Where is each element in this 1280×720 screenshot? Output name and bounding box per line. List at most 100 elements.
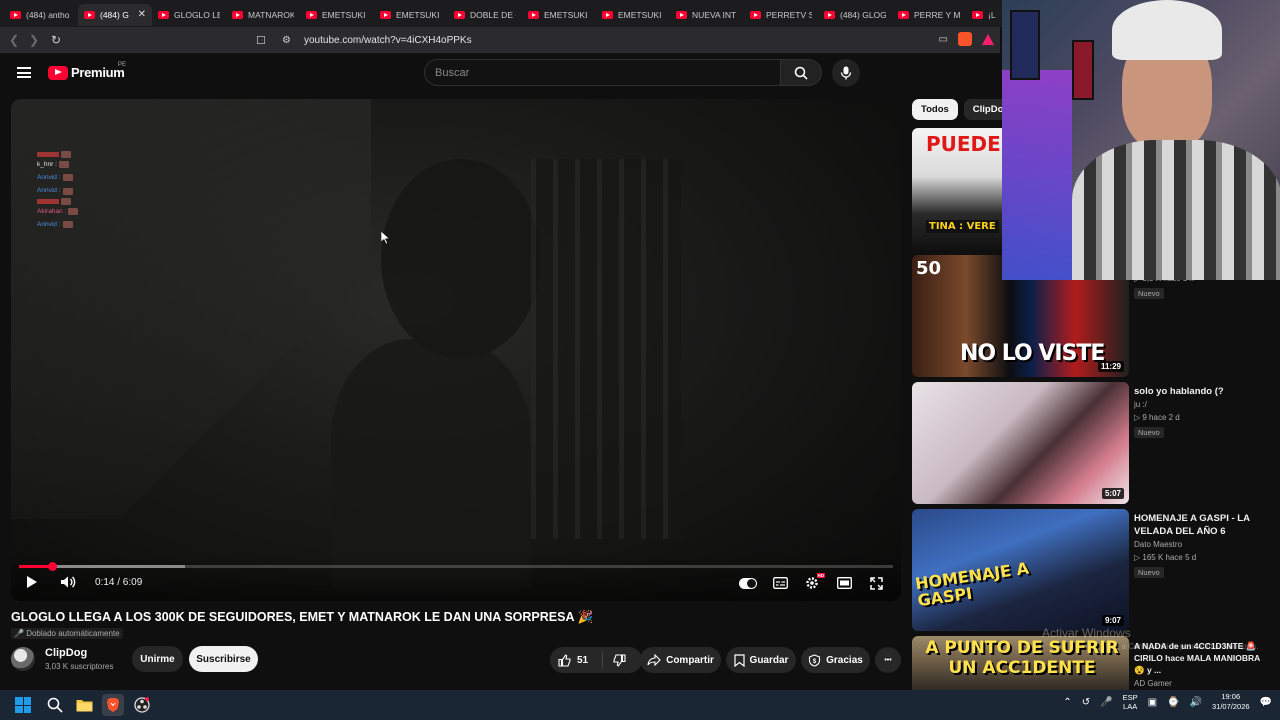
browser-tab[interactable]: GLOGLO LE xyxy=(152,4,226,26)
frame-fence xyxy=(531,159,681,539)
search-button[interactable] xyxy=(781,59,822,86)
save-button[interactable]: Guardar xyxy=(726,647,796,673)
address-bar[interactable]: ☐ ⚙ youtube.com/watch?v=4iCXH4oPPKs xyxy=(256,30,996,50)
volume-icon xyxy=(61,576,76,588)
thanks-button[interactable]: $ Gracias xyxy=(801,647,870,673)
file-explorer-button[interactable] xyxy=(73,694,95,716)
voice-search-button[interactable] xyxy=(832,59,860,87)
frame-tree xyxy=(381,159,541,359)
recommendation-card[interactable]: HOMENAJE A GASPI 9:07 HOMENAJE A GASPI - L… xyxy=(912,509,1272,631)
recommendation-card[interactable]: 5:07 solo yo hablando (? ju :/ ▷ 9 hace 2 d… xyxy=(912,382,1272,504)
subtitles-button[interactable] xyxy=(771,574,789,592)
tray-overflow-icon[interactable]: ⌃ xyxy=(1063,697,1071,708)
browser-tab[interactable]: EMETSUKI C xyxy=(300,4,374,26)
tab-title: ¡L xyxy=(988,9,996,20)
brave-rewards-icon[interactable] xyxy=(982,33,994,45)
tab-title: MATNAROK xyxy=(248,9,294,20)
progress-bar[interactable] xyxy=(19,562,893,571)
language-indicator[interactable]: ESP LAA xyxy=(1123,693,1138,711)
youtube-premium-logo[interactable]: Premium PE xyxy=(48,62,126,80)
dislike-icon[interactable] xyxy=(613,653,626,667)
more-actions-button[interactable]: ••• xyxy=(875,647,901,673)
youtube-favicon-icon xyxy=(232,10,243,19)
browser-tab[interactable]: PERRE Y M xyxy=(892,4,966,26)
browser-tab[interactable]: (484) antho xyxy=(4,4,78,26)
recommendation-channel[interactable]: ju :/ xyxy=(1134,400,1147,409)
tab-title: DOBLE DE C xyxy=(470,9,516,20)
play-button[interactable] xyxy=(23,573,41,591)
network-icon[interactable]: ▣ xyxy=(1148,697,1157,708)
notifications-icon[interactable]: 💬 xyxy=(1260,697,1272,708)
recommendation-thumbnail[interactable]: A PUNTO DE SUFRIR UN ACC1DENTE xyxy=(912,636,1129,690)
obs-button[interactable] xyxy=(131,694,153,716)
browser-tab[interactable]: NUEVA INT xyxy=(670,4,744,26)
search-placeholder: Buscar xyxy=(435,66,470,79)
taskbar-search-button[interactable] xyxy=(44,694,66,716)
scrubber-handle[interactable] xyxy=(48,562,58,571)
toggle-switch-icon xyxy=(739,577,757,589)
tab-title: PERRETV SI xyxy=(766,9,812,20)
video-player[interactable]: k_hnr : Annvid : Annvid : Akirahan : Annvid … xyxy=(11,99,901,601)
browser-tab[interactable]: (484) G ✕ xyxy=(78,3,152,26)
wifi-icon[interactable]: ⌚ xyxy=(1167,697,1179,708)
recommendation-title[interactable]: solo yo hablando (? xyxy=(1134,386,1269,399)
forward-icon[interactable]: ❯ xyxy=(24,30,44,50)
tab-title: NUEVA INT xyxy=(692,9,737,20)
browser-tab[interactable]: EMETSUKI I xyxy=(596,4,670,26)
brave-browser-button[interactable] xyxy=(102,694,124,716)
recommendation-channel[interactable]: Dato Maestro xyxy=(1134,540,1182,549)
browser-tab[interactable]: PERRETV SI xyxy=(744,4,818,26)
volume-button[interactable] xyxy=(59,573,77,591)
bookmark-icon[interactable]: ☐ xyxy=(256,34,270,47)
channel-name[interactable]: ClipDog xyxy=(45,647,87,659)
brave-shield-icon[interactable] xyxy=(958,32,972,46)
chat-username: Annvid : xyxy=(37,220,61,228)
join-button[interactable]: Unirme xyxy=(132,646,183,672)
new-badge: Nuevo xyxy=(1134,567,1164,578)
url-text[interactable]: youtube.com/watch?v=4iCXH4oPPKs xyxy=(304,35,472,46)
fullscreen-button[interactable] xyxy=(867,574,885,592)
autoplay-toggle[interactable] xyxy=(739,574,757,592)
theater-mode-button[interactable] xyxy=(835,574,853,592)
tab-close-icon[interactable]: ✕ xyxy=(138,9,146,20)
chat-message: Annvid : xyxy=(37,171,78,184)
browser-tab[interactable]: (484) GLOG xyxy=(818,4,892,26)
chat-message: Annvid : xyxy=(37,184,78,197)
hamburger-menu-icon[interactable] xyxy=(17,67,31,78)
recommendation-title[interactable]: HOMENAJE A GASPI - LA VELADA DEL AÑO 6 xyxy=(1134,513,1269,538)
subscribe-button[interactable]: Suscribirse xyxy=(189,646,258,672)
recommendation-thumbnail[interactable]: HOMENAJE A GASPI 9:07 xyxy=(912,509,1129,631)
search-input[interactable]: Buscar xyxy=(424,59,781,86)
back-icon[interactable]: ❮ xyxy=(4,30,24,50)
channel-avatar[interactable] xyxy=(11,647,35,671)
super-thanks-icon: $ xyxy=(809,653,821,667)
start-button[interactable] xyxy=(12,694,34,716)
video-frame[interactable] xyxy=(11,99,901,601)
recommendation-thumbnail[interactable]: 5:07 xyxy=(912,382,1129,504)
like-count[interactable]: 51 xyxy=(577,655,588,666)
youtube-favicon-icon xyxy=(454,10,465,19)
cast-icon[interactable]: ▭ xyxy=(939,34,948,45)
video-duration: 11:29 xyxy=(1097,361,1124,372)
filter-chip[interactable]: Todos xyxy=(912,99,958,120)
clock[interactable]: 19:06 31/07/2026 xyxy=(1212,692,1250,712)
browser-tab[interactable]: MATNAROK xyxy=(226,4,300,26)
tray-mic-icon[interactable]: 🎤 xyxy=(1100,697,1112,708)
neon-light xyxy=(1002,70,1072,280)
settings-button[interactable]: HD xyxy=(803,573,825,592)
recommendation-channel[interactable]: AD Gamer xyxy=(1134,679,1172,688)
volume-tray-icon[interactable]: 🔊 xyxy=(1190,697,1202,708)
tray-app-icon[interactable]: ↺ xyxy=(1082,697,1090,708)
like-icon[interactable] xyxy=(558,653,571,667)
subscriber-count: 3,03 K suscriptores xyxy=(45,662,114,671)
browser-tab[interactable]: DOBLE DE C xyxy=(448,4,522,26)
chat-emote-icon xyxy=(62,174,73,182)
share-button[interactable]: Compartir xyxy=(640,647,721,673)
wall-poster xyxy=(1010,10,1040,80)
reload-icon[interactable]: ↻ xyxy=(46,30,66,50)
browser-tab[interactable]: EMETSUKI C xyxy=(522,4,596,26)
clock-date: 31/07/2026 xyxy=(1212,702,1250,711)
chat-emote-icon xyxy=(61,197,71,205)
browser-tab[interactable]: EMETSUKI Y xyxy=(374,4,448,26)
site-settings-icon[interactable]: ⚙ xyxy=(282,35,296,46)
